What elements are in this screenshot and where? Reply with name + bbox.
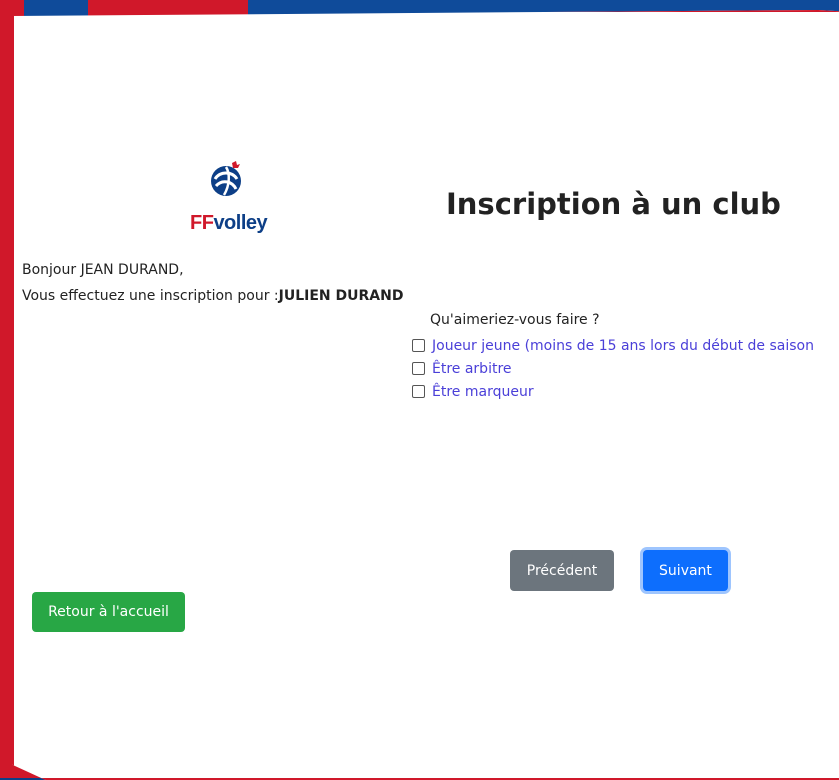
checkbox-scorer[interactable] bbox=[412, 385, 425, 398]
registration-info: Vous effectuez une inscription pour :JUL… bbox=[22, 283, 403, 309]
checkbox-referee[interactable] bbox=[412, 362, 425, 375]
option-label-young-player[interactable]: Joueur jeune (moins de 15 ans lors du dé… bbox=[432, 338, 814, 354]
option-label-scorer[interactable]: Être marqueur bbox=[432, 384, 534, 400]
option-scorer[interactable]: Être marqueur bbox=[412, 380, 839, 403]
option-young-player[interactable]: Joueur jeune (moins de 15 ans lors du dé… bbox=[412, 334, 839, 357]
rooster-volleyball-icon bbox=[211, 161, 241, 196]
logo-wordmark: FFvolley bbox=[190, 212, 268, 235]
ffvolley-logo: FFvolley bbox=[170, 155, 290, 245]
activity-question: Qu'aimeriez-vous faire ? bbox=[430, 312, 600, 328]
activity-options: Joueur jeune (moins de 15 ans lors du dé… bbox=[412, 334, 839, 403]
registered-person-name: JULIEN DURAND bbox=[278, 288, 404, 304]
greeting-text: Bonjour JEAN DURAND, bbox=[22, 262, 184, 278]
registration-prefix: Vous effectuez une inscription pour : bbox=[22, 288, 279, 304]
option-referee[interactable]: Être arbitre bbox=[412, 357, 839, 380]
previous-button[interactable]: Précédent bbox=[510, 550, 614, 591]
logo-volley-text: volley bbox=[213, 212, 268, 234]
back-to-home-button[interactable]: Retour à l'accueil bbox=[32, 592, 185, 632]
page-title: Inscription à un club bbox=[446, 187, 781, 221]
option-label-referee[interactable]: Être arbitre bbox=[432, 361, 512, 377]
next-button[interactable]: Suivant bbox=[643, 550, 728, 591]
checkbox-young-player[interactable] bbox=[412, 339, 425, 352]
logo-ff-text: FF bbox=[190, 212, 214, 234]
